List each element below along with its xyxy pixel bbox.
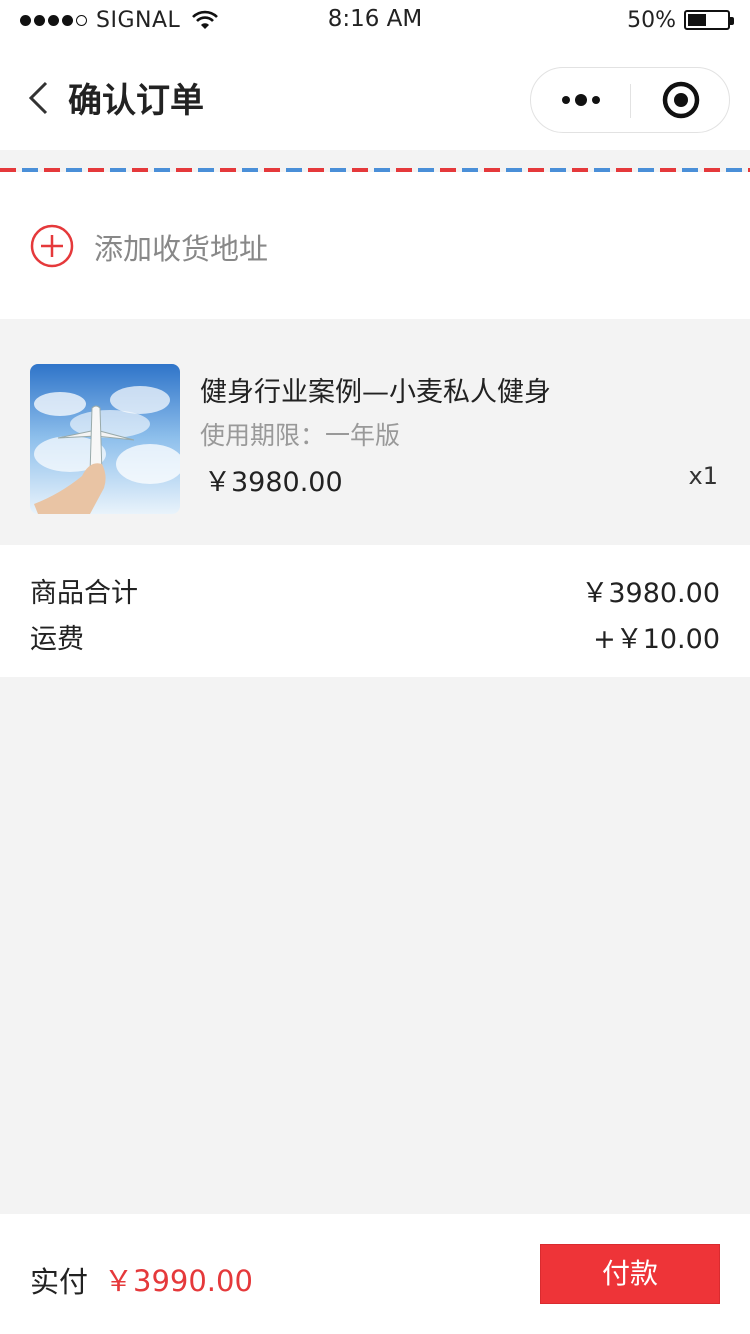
product-thumbnail xyxy=(30,364,180,514)
shipping-value: +￥10.00 xyxy=(593,624,720,655)
subtotal-value: ￥3980.00 xyxy=(581,578,720,609)
battery-group: 50% xyxy=(627,6,734,34)
product-name: 健身行业案例—小麦私人健身 xyxy=(200,377,551,408)
status-bar: SIGNAL 8:16 AM 50% xyxy=(0,0,750,40)
battery-percent: 50% xyxy=(627,7,676,33)
product-price: ￥3980.00 xyxy=(204,467,343,498)
add-address-label: 添加收货地址 xyxy=(94,232,269,266)
subtotal-label: 商品合计 xyxy=(30,578,138,609)
product-quantity: x1 xyxy=(688,462,718,490)
mini-program-capsule xyxy=(530,67,730,133)
pay-button[interactable]: 付款 xyxy=(540,1244,720,1304)
product-item: 健身行业案例—小麦私人健身 使用期限：一年版 ￥3980.00 x1 xyxy=(0,320,750,544)
shipping-label: 运费 xyxy=(30,624,84,655)
more-button[interactable] xyxy=(531,68,631,132)
subtotal-row: 商品合计 ￥3980.00 xyxy=(30,571,720,609)
add-address-row[interactable]: 添加收货地址 xyxy=(0,172,750,319)
total-label: 实付 xyxy=(30,1265,89,1299)
navigation-bar: 确认订单 xyxy=(0,40,750,150)
back-icon[interactable] xyxy=(26,80,50,116)
plus-circle-icon xyxy=(30,224,74,268)
total-amount: ￥3990.00 xyxy=(104,1264,253,1298)
close-button[interactable] xyxy=(631,68,731,132)
shipping-row: 运费 +￥10.00 xyxy=(30,617,720,655)
page-title: 确认订单 xyxy=(68,81,204,121)
close-target-icon xyxy=(662,81,700,119)
checkout-bar: 实付 ￥3990.00 付款 xyxy=(0,1214,750,1334)
battery-icon xyxy=(684,10,734,30)
product-spec: 使用期限：一年版 xyxy=(200,421,401,450)
more-icon xyxy=(562,94,600,106)
order-summary: 商品合计 ￥3980.00 运费 +￥10.00 xyxy=(0,545,750,677)
